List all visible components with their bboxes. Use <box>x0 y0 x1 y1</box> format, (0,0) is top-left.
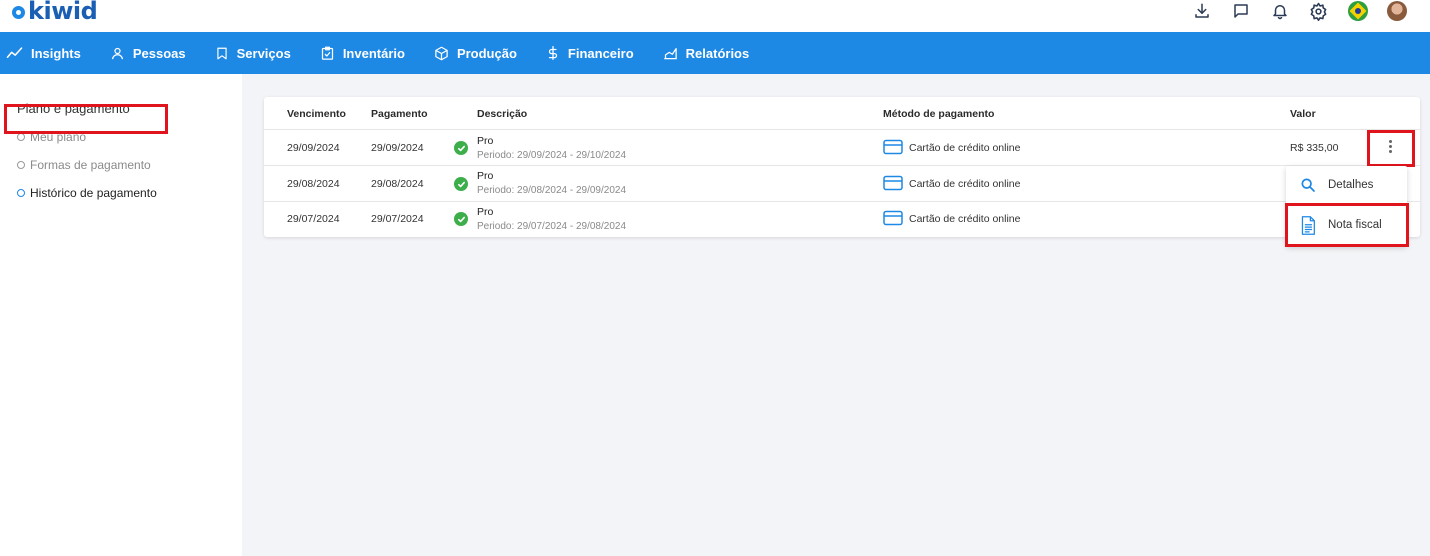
plan-period: Periodo: 29/09/2024 - 29/10/2024 <box>477 150 627 161</box>
chat-icon[interactable] <box>1221 0 1260 22</box>
nav-servicos[interactable]: Serviços <box>215 32 291 74</box>
credit-card-icon <box>883 139 903 160</box>
nav-label: Inventário <box>342 45 405 61</box>
method-cell: Cartão de crédito online <box>909 213 1021 225</box>
box-icon <box>435 46 448 60</box>
pagamento-cell: 29/08/2024 <box>371 178 424 190</box>
sidebar-item-label: Formas de pagamento <box>30 158 151 172</box>
valor-cell: R$ 335,00 <box>1290 142 1339 154</box>
chart-icon <box>663 48 677 60</box>
credit-card-icon <box>883 175 903 196</box>
nav-pessoas[interactable]: Pessoas <box>110 32 186 74</box>
logo-text: kiwid <box>28 0 98 25</box>
vencimento-cell: 29/07/2024 <box>287 213 340 225</box>
highlight-box <box>1367 130 1415 167</box>
nav-financeiro[interactable]: Financeiro <box>546 32 634 74</box>
user-avatar[interactable] <box>1377 0 1416 22</box>
gear-icon[interactable] <box>1299 0 1338 22</box>
nav-insights[interactable]: Insights <box>6 32 81 74</box>
nav-relatorios[interactable]: Relatórios <box>663 32 750 74</box>
download-icon[interactable] <box>1182 0 1221 22</box>
nav-label: Relatórios <box>685 45 750 61</box>
dollar-icon <box>548 45 558 61</box>
kiwid-logo[interactable]: kiwid <box>12 0 98 25</box>
radio-dot-icon <box>17 189 25 197</box>
nav-label: Financeiro <box>567 45 634 61</box>
nav-inventario[interactable]: Inventário <box>320 32 405 74</box>
pagamento-cell: 29/09/2024 <box>371 142 424 154</box>
search-icon <box>1301 178 1315 192</box>
method-cell: Cartão de crédito online <box>909 178 1021 190</box>
sidebar-item-formas-de-pagamento[interactable]: Formas de pagamento <box>17 158 151 172</box>
header-vencimento: Vencimento <box>287 108 346 120</box>
language-flag-icon[interactable] <box>1338 0 1377 22</box>
check-circle-icon <box>454 177 468 191</box>
plan-name: Pro <box>477 135 494 147</box>
top-actions <box>1182 0 1416 22</box>
payment-history-table: Vencimento Pagamento Descrição Método de… <box>264 97 1420 237</box>
radio-dot-icon <box>17 133 25 141</box>
bookmark-icon <box>216 47 227 59</box>
credit-card-icon <box>883 210 903 231</box>
header-descricao: Descrição <box>477 108 528 120</box>
plan-period: Periodo: 29/08/2024 - 29/09/2024 <box>477 185 627 196</box>
header-metodo: Método de pagamento <box>883 108 995 120</box>
logo-mark <box>12 6 25 19</box>
plan-name: Pro <box>477 170 494 182</box>
clipboard-icon <box>321 46 333 60</box>
table-row: 29/08/2024 29/08/2024 Pro Periodo: 29/08… <box>264 165 1420 201</box>
sidebar-item-label: Histórico de pagamento <box>30 186 157 200</box>
plan-name: Pro <box>477 206 494 218</box>
table-row: 29/09/2024 29/09/2024 Pro Periodo: 29/09… <box>264 129 1420 165</box>
top-bar: kiwid <box>0 0 1430 32</box>
nav-label: Pessoas <box>132 45 186 61</box>
highlight-box <box>1285 203 1409 247</box>
trend-icon <box>6 47 23 58</box>
bell-icon[interactable] <box>1260 0 1299 22</box>
user-icon <box>111 47 123 59</box>
header-valor: Valor <box>1290 108 1316 120</box>
nav-label: Produção <box>456 45 517 61</box>
menu-item-label: Detalhes <box>1328 179 1374 191</box>
nav-producao[interactable]: Produção <box>434 32 517 74</box>
menu-item-detalhes[interactable]: Detalhes <box>1286 166 1407 204</box>
header-pagamento: Pagamento <box>371 108 428 120</box>
vencimento-cell: 29/09/2024 <box>287 142 340 154</box>
pagamento-cell: 29/07/2024 <box>371 213 424 225</box>
method-cell: Cartão de crédito online <box>909 142 1021 154</box>
check-circle-icon <box>454 212 468 226</box>
nav-label: Insights <box>31 45 81 61</box>
highlight-box <box>4 104 168 134</box>
vencimento-cell: 29/08/2024 <box>287 178 340 190</box>
check-circle-icon <box>454 141 468 155</box>
table-row: 29/07/2024 29/07/2024 Pro Periodo: 29/07… <box>264 201 1420 237</box>
sidebar: Plano e pagamento Meu plano Formas de pa… <box>0 74 242 556</box>
main-nav: Insights Pessoas Serviços Inventário Pro… <box>0 32 1430 74</box>
radio-dot-icon <box>17 161 25 169</box>
sidebar-item-historico-de-pagamento[interactable]: Histórico de pagamento <box>17 186 157 200</box>
plan-period: Periodo: 29/07/2024 - 29/08/2024 <box>477 221 627 232</box>
nav-label: Serviços <box>236 45 291 61</box>
